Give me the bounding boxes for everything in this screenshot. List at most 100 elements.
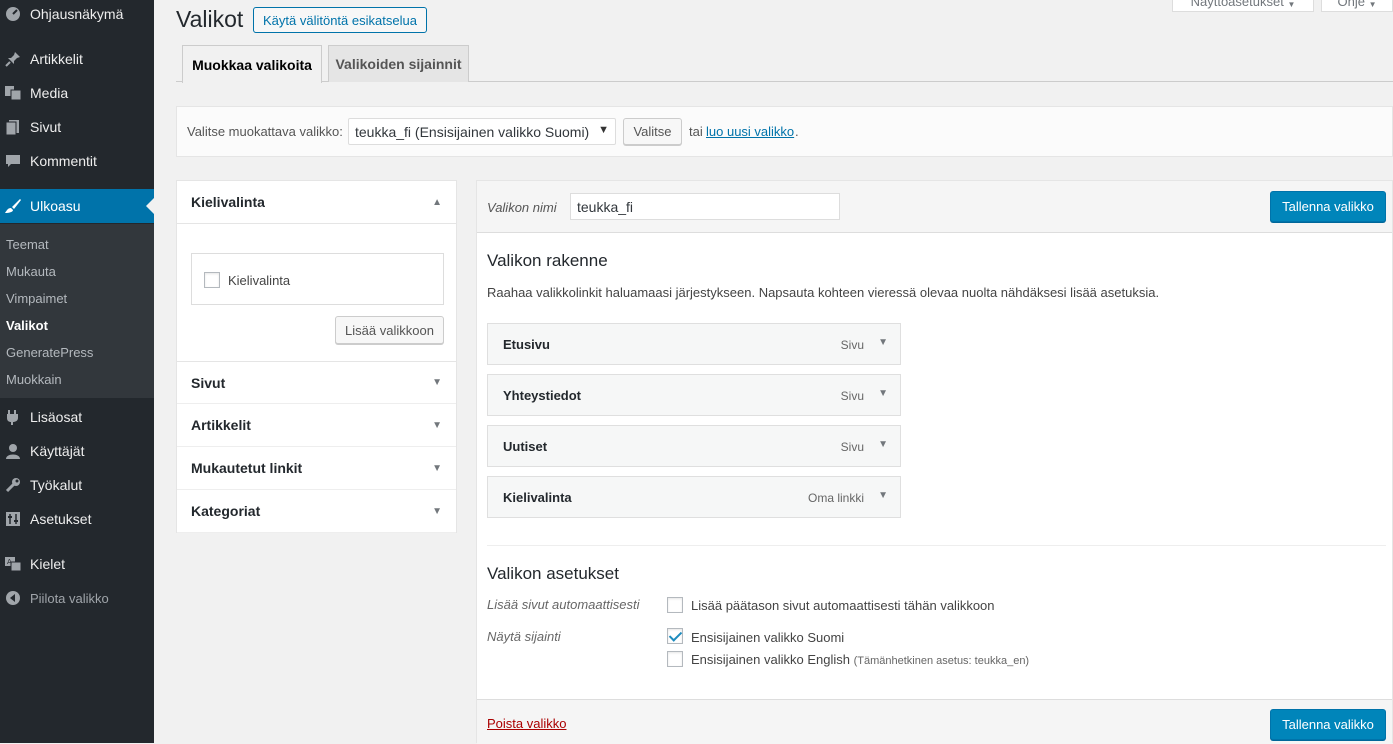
translation-icon: A [3,554,23,574]
admin-sidebar: Ohjausnäkymä Artikkelit Media Sivut Komm… [0,0,154,743]
expand-arrow-icon[interactable]: ▼ [878,388,888,399]
menu-item-row[interactable]: Kielivalinta Oma linkki ▼ [487,476,901,518]
dropdown-arrow-icon: ▼ [598,124,609,136]
media-icon [3,83,23,103]
tab-manage-locations[interactable]: Valikoiden sijainnit [328,45,469,82]
accordion-section-posts[interactable]: Artikkelit ▼ [177,404,456,447]
sidebar-item-dashboard[interactable]: Ohjausnäkymä [0,0,154,31]
page-title: Valikot [176,6,244,32]
auto-add-checkbox[interactable] [667,597,683,613]
menu-structure-title: Valikon rakenne [487,251,608,270]
accordion-section-categories[interactable]: Kategoriat ▼ [177,490,456,533]
menu-item-type: Oma linkki [807,491,864,505]
menu-item-row[interactable]: Uutiset Sivu ▼ [487,425,901,467]
submenu-item-menus[interactable]: Valikot [6,318,48,333]
arrow-down-icon: ▼ [432,462,442,474]
sidebar-item-label: Ohjausnäkymä [30,6,124,22]
accordion-title: Kategoriat [191,503,261,519]
accordion-section-custom-links[interactable]: Mukautetut linkit ▼ [177,447,456,490]
sidebar-item-media[interactable]: Media [0,76,154,110]
sidebar-item-settings[interactable]: Asetukset [0,502,154,536]
select-menu-label: Valitse muokattava valikko: [187,124,343,139]
pin-icon [3,49,23,69]
sidebar-item-label: Sivut [30,119,62,135]
submenu-item-widgets[interactable]: Vimpaimet [6,291,67,306]
sidebar-item-plugins[interactable]: Lisäosat [0,400,154,434]
add-to-menu-button[interactable]: Lisää valikkoon [335,316,444,344]
menu-item-row[interactable]: Etusivu Sivu ▼ [487,323,901,365]
help-tab[interactable]: Ohje ▼ [1321,0,1393,12]
users-icon [3,441,23,461]
menu-item-type: Sivu [840,440,864,454]
location-label-english: Ensisijainen valikko English [691,652,850,667]
collapse-icon [3,588,23,608]
settings-icon [3,509,23,529]
submenu-item-editor[interactable]: Muokkain [6,372,62,387]
sidebar-item-tools[interactable]: Työkalut [0,468,154,502]
appearance-submenu: Teemat Mukauta Vimpaimet Valikot Generat… [0,224,154,398]
accordion-title: Sivut [191,374,226,391]
menu-select-dropdown[interactable]: teukka_fi (Ensisijainen valikko Suomi) ▼ [348,118,616,145]
menu-structure-description: Raahaa valikkolinkit haluamaasi järjesty… [487,285,1160,300]
sidebar-item-label: Käyttäjät [30,443,85,459]
submenu-item-themes[interactable]: Teemat [6,237,49,252]
sidebar-item-label: Työkalut [30,477,83,493]
location-checkbox-finnish[interactable] [667,628,683,644]
menu-select-value: teukka_fi (Ensisijainen valikko Suomi) [355,123,590,140]
menu-item-title: Kielivalinta [503,490,572,505]
menu-settings-title: Valikon asetukset [487,564,619,583]
sidebar-item-label: Media [30,85,69,101]
arrow-down-icon: ▼ [432,505,442,517]
sidebar-item-comments[interactable]: Kommentit [0,144,154,178]
arrow-down-icon: ▼ [432,377,442,388]
language-switcher-checkbox[interactable] [204,272,220,288]
submenu-item-customize[interactable]: Mukauta [6,264,56,279]
pages-icon [3,117,23,137]
expand-arrow-icon[interactable]: ▼ [878,490,888,501]
sidebar-item-languages[interactable]: A Kielet [0,547,154,581]
menu-item-type: Sivu [840,338,864,352]
tools-icon [3,475,23,495]
expand-arrow-icon[interactable]: ▼ [878,337,888,348]
collapse-menu-button[interactable]: Piilota valikko [0,581,154,615]
save-menu-button-bottom[interactable]: Tallenna valikko [1270,709,1386,740]
delete-menu-link[interactable]: Poista valikko [487,716,566,731]
dashboard-icon [3,4,23,24]
location-checkbox-english[interactable] [667,651,683,667]
checkbox-label: Kielivalinta [228,273,291,288]
auto-add-label: Lisää sivut automaattisesti [487,597,640,612]
settings-divider [487,545,1386,546]
sidebar-item-pages[interactable]: Sivut [0,110,154,144]
submenu-item-generatepress[interactable]: GeneratePress [6,345,93,360]
menu-item-type: Sivu [840,389,864,403]
menu-editor-footer [477,699,1392,744]
save-menu-button[interactable]: Tallenna valikko [1270,191,1386,222]
accordion-section-language-switcher[interactable]: Kielivalinta ▲ [177,181,456,224]
menu-item-row[interactable]: Yhteystiedot Sivu ▼ [487,374,901,416]
plugins-icon [3,407,23,427]
accordion-title: Kielivalinta [191,194,265,210]
sidebar-item-users[interactable]: Käyttäjät [0,434,154,468]
live-preview-button[interactable]: Käytä välitöntä esikatselua [253,7,427,33]
menu-name-input[interactable]: teukka_fi [570,193,840,220]
sidebar-item-appearance[interactable]: Ulkoasu [0,189,154,223]
arrow-down-icon: ▼ [432,419,442,431]
tab-edit-menus[interactable]: Muokkaa valikoita [182,45,322,83]
comments-icon [3,151,23,171]
select-button[interactable]: Valitse [623,118,682,145]
chevron-down-icon: ▼ [1368,0,1377,9]
screen-options-tab[interactable]: Näyttöasetukset ▼ [1172,0,1314,12]
sidebar-item-posts[interactable]: Artikkelit [0,42,154,76]
menu-item-title: Etusivu [503,337,550,352]
accordion-section-pages[interactable]: Sivut ▼ [177,361,456,404]
create-new-menu-link[interactable]: luo uusi valikko [706,124,794,139]
menu-item-title: Yhteystiedot [503,388,582,403]
expand-arrow-icon[interactable]: ▼ [878,439,888,450]
sidebar-item-label: Lisäosat [30,409,83,425]
svg-text:A: A [7,558,12,566]
sidebar-item-label: Artikkelit [30,51,83,67]
accordion-title: Artikkelit [191,417,251,433]
language-switcher-box: Kielivalinta [191,253,444,305]
add-items-accordion: Kielivalinta ▲ Kielivalinta Lisää valikk… [176,180,457,533]
sidebar-item-label: Ulkoasu [30,198,81,214]
